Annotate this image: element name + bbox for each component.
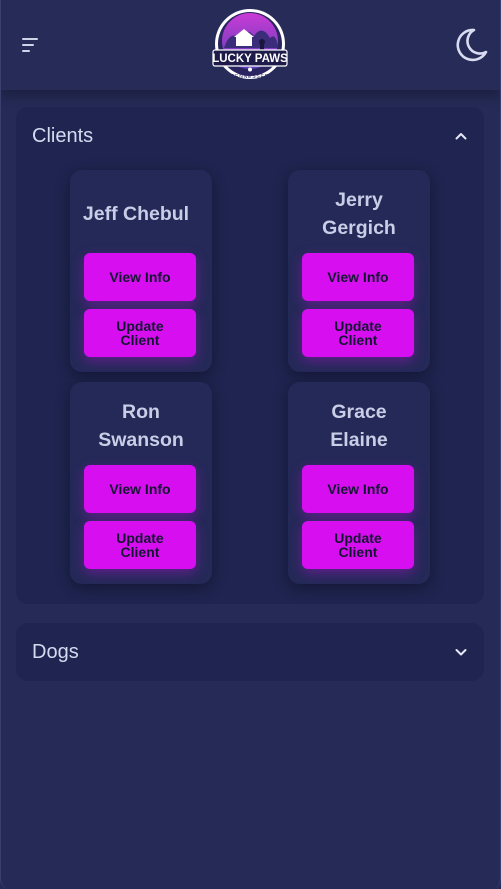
- client-card: Jeff Chebul View Info Update Client: [70, 170, 212, 372]
- dogs-section-title: Dogs: [32, 641, 79, 663]
- update-client-label: Update Client: [334, 530, 382, 560]
- update-client-label: Update Client: [334, 318, 382, 348]
- update-client-button[interactable]: Update Client: [84, 309, 196, 357]
- dogs-section: Dogs: [16, 623, 484, 681]
- update-client-label: Update Client: [116, 530, 164, 560]
- app-header: LUCKY PAWS TENNESSEE: [0, 0, 501, 90]
- clients-section-header[interactable]: Clients: [16, 107, 484, 165]
- clients-section-title: Clients: [32, 125, 94, 147]
- logo-sub-text: TENNESSEE: [231, 74, 269, 80]
- client-name: Ron Swanson: [98, 401, 184, 451]
- update-client-button[interactable]: Update Client: [302, 521, 414, 569]
- logo-brand-text: LUCKY PAWS: [212, 53, 288, 65]
- client-name: Jerry Gergich: [322, 189, 396, 239]
- view-info-button[interactable]: View Info: [302, 253, 414, 301]
- client-name: Jeff Chebul: [82, 203, 190, 225]
- dogs-section-header[interactable]: Dogs: [16, 623, 484, 681]
- view-info-button[interactable]: View Info: [84, 465, 196, 513]
- moon-icon[interactable]: [452, 26, 490, 64]
- chevron-up-icon[interactable]: [454, 129, 468, 143]
- client-card: Ron Swanson View Info Update Client: [70, 382, 212, 584]
- client-card: Grace Elaine View Info Update Client: [288, 382, 430, 584]
- client-name: Grace Elaine: [330, 401, 388, 451]
- update-client-button[interactable]: Update Client: [302, 309, 414, 357]
- view-info-button[interactable]: View Info: [302, 465, 414, 513]
- update-client-label: Update Client: [116, 318, 164, 348]
- lucky-paws-logo[interactable]: LUCKY PAWS TENNESSEE: [210, 8, 290, 82]
- chevron-down-icon[interactable]: [454, 645, 468, 659]
- update-client-button[interactable]: Update Client: [84, 521, 196, 569]
- client-card: Jerry Gergich View Info Update Client: [288, 170, 430, 372]
- menu-icon[interactable]: [22, 36, 42, 54]
- view-info-button[interactable]: View Info: [84, 253, 196, 301]
- clients-section: Clients Jeff Chebul View Info Update Cli…: [16, 107, 484, 604]
